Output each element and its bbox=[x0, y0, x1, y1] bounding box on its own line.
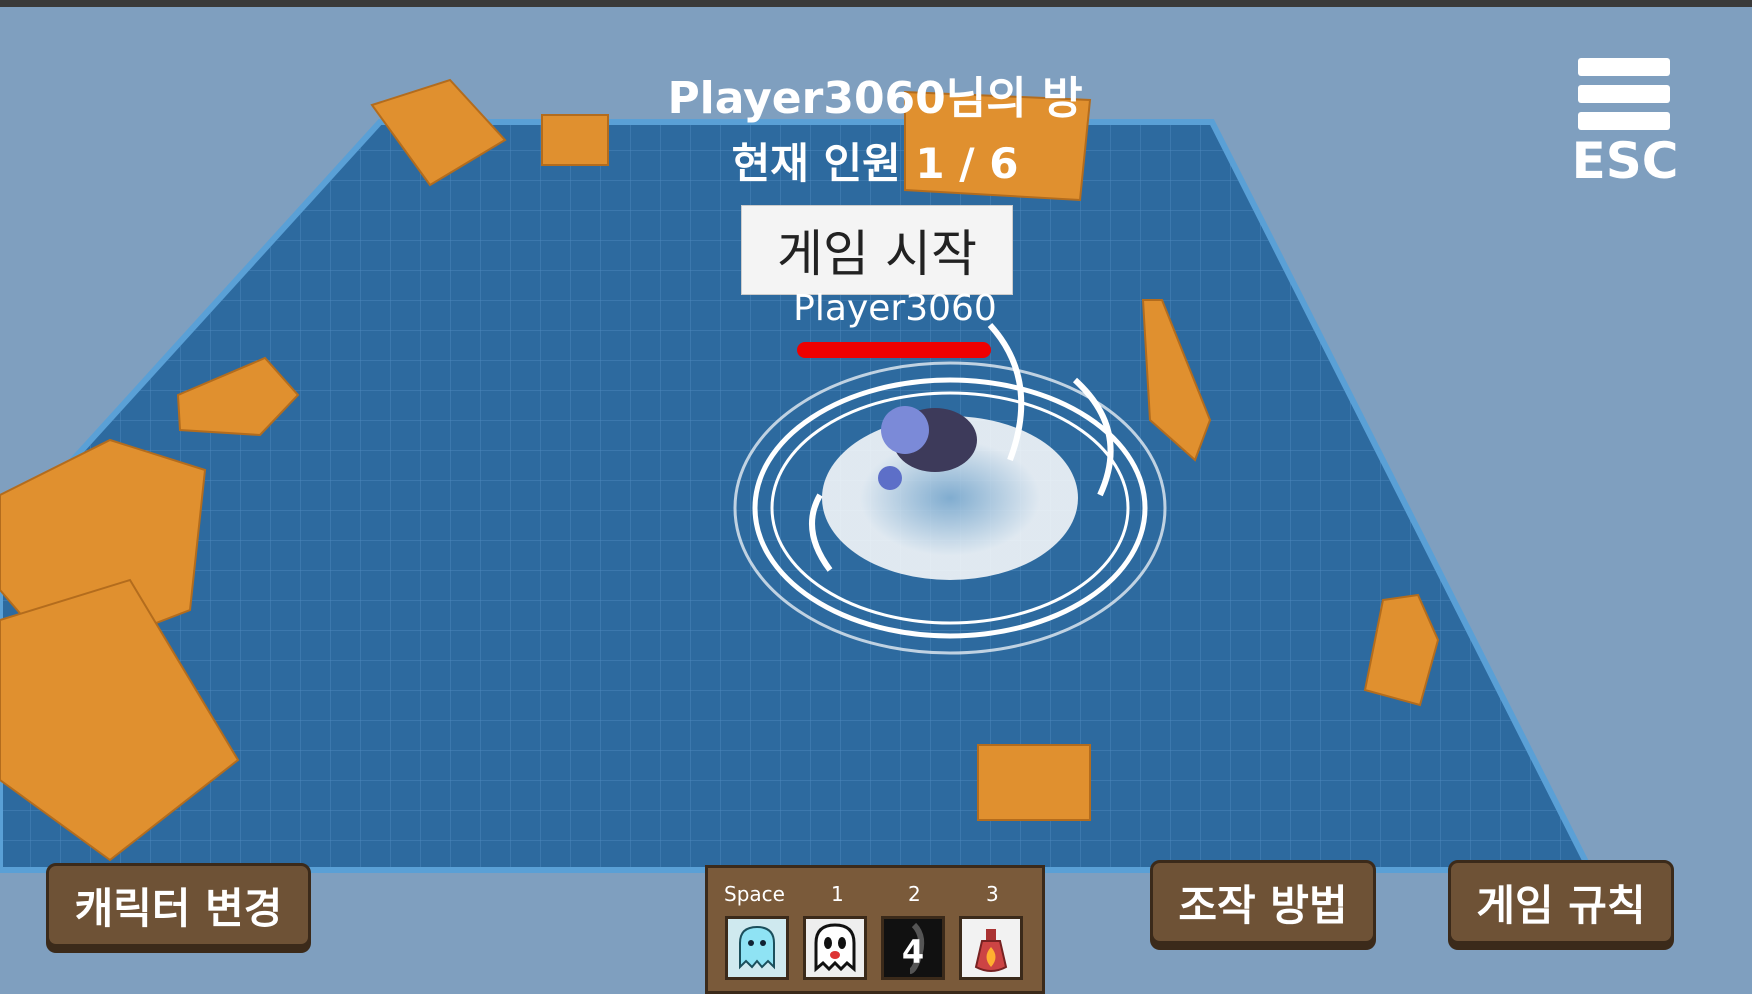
menu-icon-line bbox=[1578, 85, 1670, 103]
player-count: 현재 인원 1 / 6 bbox=[731, 139, 1019, 188]
start-game-button[interactable]: 게임 시작 bbox=[741, 205, 1013, 295]
room-title: Player3060님의 방 bbox=[667, 73, 1083, 124]
player-health-bar bbox=[797, 342, 991, 358]
skill-key-1: 1 bbox=[831, 882, 844, 906]
esc-label: ESC bbox=[1571, 132, 1679, 190]
controls-button[interactable]: 조작 방법 bbox=[1150, 860, 1376, 944]
menu-icon-line bbox=[1578, 112, 1670, 130]
fire-potion-icon bbox=[974, 929, 1008, 972]
skill-bar: Space 1 2 3 4 bbox=[705, 865, 1045, 994]
skill-key-space: Space bbox=[724, 882, 785, 906]
skill-key-3: 3 bbox=[986, 882, 999, 906]
skill-slot-3[interactable] bbox=[959, 916, 1023, 980]
esc-menu-button[interactable]: ESC bbox=[1565, 55, 1685, 190]
title-bar-strip bbox=[0, 0, 1752, 7]
menu-icon bbox=[1578, 58, 1670, 76]
ghost-icon bbox=[739, 925, 775, 970]
change-character-button[interactable]: 캐릭터 변경 bbox=[46, 863, 311, 947]
skill-slot-2[interactable]: 4 bbox=[881, 916, 945, 980]
white-ghost-icon bbox=[814, 923, 856, 973]
rules-button[interactable]: 게임 규칙 bbox=[1448, 860, 1674, 944]
player-nameplate: Player3060 bbox=[793, 288, 997, 329]
skill-key-2: 2 bbox=[908, 882, 921, 906]
item-count: 4 bbox=[901, 933, 925, 971]
skill-slot-1[interactable] bbox=[803, 916, 867, 980]
skill-slot-space[interactable] bbox=[725, 916, 789, 980]
